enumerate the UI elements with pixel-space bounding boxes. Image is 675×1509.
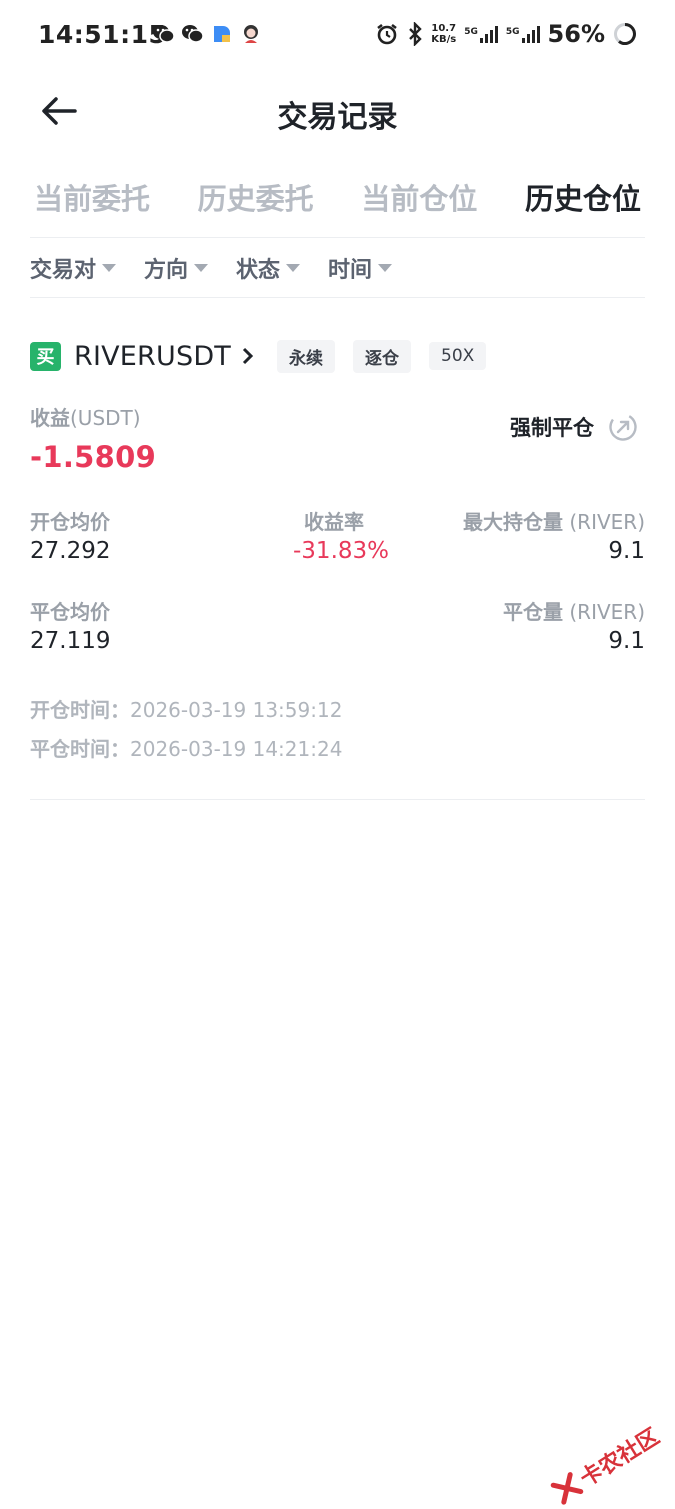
chevron-right-icon[interactable] xyxy=(239,346,257,366)
force-close-label: 强制平仓 xyxy=(510,416,594,440)
status-app-icons xyxy=(152,22,262,45)
network-speed: 10.7 KB/s xyxy=(431,23,457,45)
close-time-row: 平仓时间：2026-03-19 14:21:24 xyxy=(30,737,343,761)
filter-bar: 交易对 方向 状态 时间 xyxy=(30,252,393,284)
tab-current-orders[interactable]: 当前委托 xyxy=(34,176,150,226)
signal-sim1-icon: 5G xyxy=(464,25,498,43)
caret-down-icon xyxy=(194,264,209,272)
filter-trading-pair[interactable]: 交易对 xyxy=(30,252,117,284)
tag-isolated: 逐仓 xyxy=(353,339,411,373)
pnl-label: 收益(USDT) xyxy=(30,406,141,430)
wechat-icon xyxy=(181,22,204,45)
open-price-value: 27.292 xyxy=(30,538,111,564)
close-time-value: 2026-03-19 14:21:24 xyxy=(130,737,343,761)
filter-label: 状态 xyxy=(236,258,281,283)
open-time-value: 2026-03-19 13:59:12 xyxy=(130,698,343,722)
tab-order-history[interactable]: 历史委托 xyxy=(198,176,314,226)
caret-down-icon xyxy=(378,264,393,272)
filters-divider xyxy=(30,297,645,298)
filter-status[interactable]: 状态 xyxy=(236,252,301,284)
avatar-icon xyxy=(239,22,262,45)
tabs-divider xyxy=(30,237,645,238)
watermark: 卡农社区 xyxy=(547,1419,664,1509)
filter-direction[interactable]: 方向 xyxy=(144,252,209,284)
close-size-label: 平仓量 (RIVER) xyxy=(503,600,645,624)
tab-position-history[interactable]: 历史仓位 xyxy=(525,176,641,226)
bluetooth-icon xyxy=(407,22,423,46)
filter-label: 时间 xyxy=(328,258,373,283)
position-title-row: 买 RIVERUSDT 永续 逐仓 50X xyxy=(30,339,645,373)
open-time-row: 开仓时间：2026-03-19 13:59:12 xyxy=(30,698,343,722)
filter-label: 交易对 xyxy=(30,258,97,283)
wechat-icon xyxy=(152,22,175,45)
max-size-label: 最大持仓量 (RIVER) xyxy=(463,510,645,534)
filter-time[interactable]: 时间 xyxy=(328,252,393,284)
roi-value: -31.83% xyxy=(293,538,389,564)
caret-down-icon xyxy=(102,264,117,272)
share-arrow-icon xyxy=(609,413,637,441)
pnl-value: -1.5809 xyxy=(30,440,157,474)
watermark-text: 卡农社区 xyxy=(576,1424,664,1493)
close-price-value: 27.119 xyxy=(30,628,111,654)
nav-header: 交易记录 xyxy=(0,72,675,152)
card-divider xyxy=(30,799,645,800)
battery-ring-icon xyxy=(613,22,637,46)
status-right-icons: 10.7 KB/s 5G 5G 56% xyxy=(375,20,637,48)
max-size-value: 9.1 xyxy=(608,538,645,564)
app-notification-icon xyxy=(210,22,233,45)
page-title: 交易记录 xyxy=(277,100,398,135)
force-close-button[interactable]: 强制平仓 xyxy=(510,412,638,442)
caret-down-icon xyxy=(286,264,301,272)
filter-label: 方向 xyxy=(144,258,189,283)
tab-current-positions[interactable]: 当前仓位 xyxy=(361,176,477,226)
battery-percent: 56% xyxy=(547,20,605,48)
close-price-label: 平仓均价 xyxy=(30,600,110,624)
side-badge: 买 xyxy=(30,341,61,371)
tag-perpetual: 永续 xyxy=(277,339,335,373)
tag-leverage: 50X xyxy=(429,342,487,370)
position-card: 买 RIVERUSDT 永续 逐仓 50X 收益(USDT) -1.5809 强… xyxy=(30,339,645,761)
record-tabs: 当前委托 历史委托 当前仓位 历史仓位 xyxy=(34,176,641,226)
alarm-icon xyxy=(375,22,399,46)
close-size-value: 9.1 xyxy=(608,628,645,654)
status-time: 14:51:15 xyxy=(38,20,167,49)
roi-label: 收益率 xyxy=(304,510,364,534)
symbol-link[interactable]: RIVERUSDT xyxy=(74,341,231,372)
signal-sim2-icon: 5G xyxy=(506,25,540,43)
open-price-label: 开仓均价 xyxy=(30,510,110,534)
status-bar: 14:51:15 10.7 KB/s 5G 5G 56% xyxy=(0,0,675,72)
